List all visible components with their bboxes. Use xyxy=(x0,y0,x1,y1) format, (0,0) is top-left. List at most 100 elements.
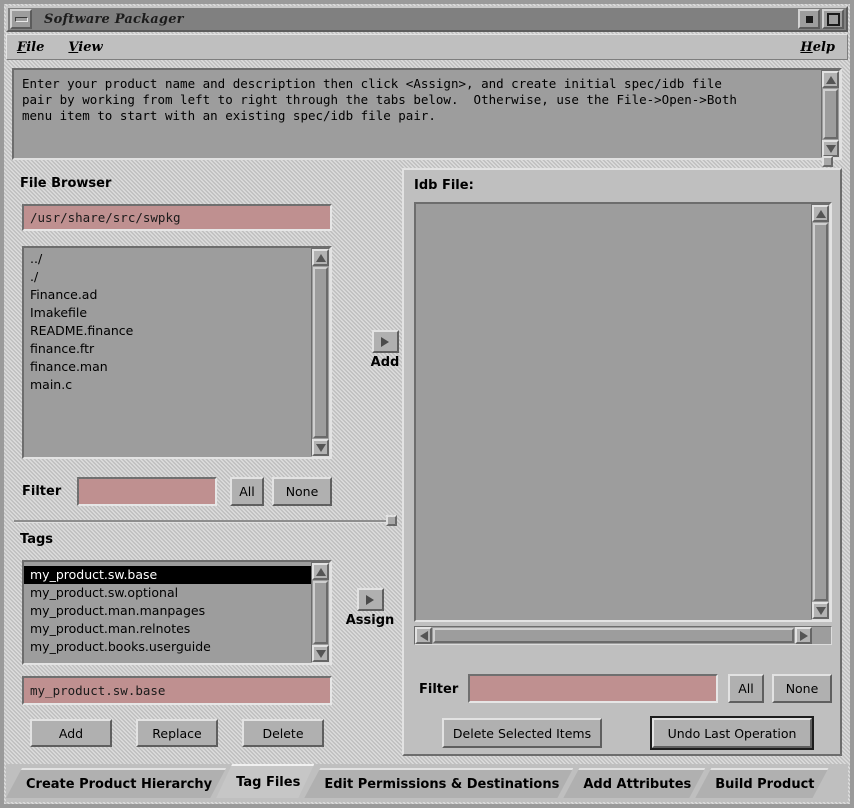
tag-value-input[interactable]: my_product.sw.base xyxy=(22,676,332,705)
software-packager-window: Software Packager File View Help Enter y… xyxy=(0,0,854,808)
menu-file[interactable]: File xyxy=(7,38,58,57)
scrollbar-corner xyxy=(812,627,831,644)
list-item[interactable]: finance.ftr xyxy=(24,340,311,358)
instructions-sash[interactable] xyxy=(822,156,833,167)
assign-button[interactable] xyxy=(357,588,384,611)
list-item[interactable]: main.c xyxy=(24,376,311,394)
list-item[interactable]: Imakefile xyxy=(24,304,311,322)
scroll-up-button[interactable] xyxy=(812,205,829,222)
assign-label: Assign xyxy=(338,613,402,628)
arrow-right-icon xyxy=(800,631,808,641)
tags-list-scrollbar[interactable] xyxy=(311,562,330,663)
scroll-track[interactable] xyxy=(312,266,329,439)
arrow-up-icon xyxy=(826,76,836,84)
file-browser-path-input[interactable]: /usr/share/src/swpkg xyxy=(22,204,332,231)
scroll-thumb[interactable] xyxy=(313,267,328,438)
arrow-down-icon xyxy=(316,444,326,452)
list-item[interactable]: my_product.sw.optional xyxy=(24,584,311,602)
file-list-scrollbar[interactable] xyxy=(311,248,330,457)
file-browser-list[interactable]: ../ ./ Finance.ad Imakefile README.finan… xyxy=(22,246,332,459)
idb-content-list[interactable] xyxy=(414,202,832,622)
list-item[interactable]: ../ xyxy=(24,250,311,268)
scroll-right-button[interactable] xyxy=(795,627,812,644)
menu-help[interactable]: Help xyxy=(790,38,847,57)
assign-control: Assign xyxy=(338,588,402,628)
scroll-left-button[interactable] xyxy=(415,627,432,644)
tags-label: Tags xyxy=(20,532,53,547)
scroll-thumb[interactable] xyxy=(813,223,828,601)
idb-vertical-scrollbar[interactable] xyxy=(811,204,830,620)
menu-view[interactable]: View xyxy=(58,38,116,57)
delete-selected-items-button[interactable]: Delete Selected Items xyxy=(442,718,602,748)
minimize-button[interactable] xyxy=(798,9,820,29)
file-filter-none-button[interactable]: None xyxy=(272,477,332,506)
menu-file-label-rest: ile xyxy=(26,40,44,55)
menu-view-label-rest: iew xyxy=(78,40,102,55)
maximize-icon xyxy=(827,13,840,26)
idb-filter-input[interactable] xyxy=(468,674,718,703)
scroll-up-button[interactable] xyxy=(312,563,329,580)
tag-add-button[interactable]: Add xyxy=(30,719,112,747)
idb-horizontal-scrollbar[interactable] xyxy=(414,626,832,645)
file-filter-all-button[interactable]: All xyxy=(230,477,264,506)
idb-filter-label: Filter xyxy=(419,682,458,697)
scroll-track[interactable] xyxy=(822,88,839,140)
arrow-up-icon xyxy=(316,254,326,262)
list-item[interactable]: finance.man xyxy=(24,358,311,376)
tab-build-product[interactable]: Build Product xyxy=(695,768,828,798)
title-bar[interactable]: Software Packager xyxy=(6,6,848,32)
tag-delete-button[interactable]: Delete xyxy=(242,719,324,747)
list-item[interactable]: my_product.books.userguide xyxy=(24,638,311,656)
window-menu-button[interactable] xyxy=(10,9,32,29)
instructions-scrollbar[interactable] xyxy=(821,70,840,158)
tags-list[interactable]: my_product.sw.base my_product.sw.optiona… xyxy=(22,560,332,665)
idb-filter-none-button[interactable]: None xyxy=(772,674,832,703)
scroll-thumb[interactable] xyxy=(313,581,328,644)
file-filter-input[interactable] xyxy=(77,477,217,506)
list-item[interactable]: ./ xyxy=(24,268,311,286)
maximize-button[interactable] xyxy=(822,9,844,29)
instructions-text: Enter your product name and description … xyxy=(14,70,821,158)
window-controls xyxy=(796,9,846,29)
scroll-down-button[interactable] xyxy=(822,140,839,157)
arrow-down-icon xyxy=(316,650,326,658)
panel-sash[interactable] xyxy=(386,515,397,526)
tab-edit-permissions-destinations[interactable]: Edit Permissions & Destinations xyxy=(304,768,573,798)
scroll-down-button[interactable] xyxy=(812,602,829,619)
file-filter-label: Filter xyxy=(22,484,61,499)
scroll-track[interactable] xyxy=(312,580,329,645)
instructions-panel: Enter your product name and description … xyxy=(12,68,842,160)
tag-replace-button[interactable]: Replace xyxy=(136,719,218,747)
list-item[interactable]: Finance.ad xyxy=(24,286,311,304)
arrow-right-icon xyxy=(366,595,374,605)
idb-list-items xyxy=(416,204,811,620)
scroll-thumb[interactable] xyxy=(433,628,794,643)
add-file-button[interactable] xyxy=(372,330,399,353)
menu-help-label-rest: elp xyxy=(813,40,835,55)
scroll-track[interactable] xyxy=(812,222,829,602)
list-item[interactable]: my_product.sw.base xyxy=(24,566,311,584)
scroll-up-button[interactable] xyxy=(312,249,329,266)
undo-last-operation-button[interactable]: Undo Last Operation xyxy=(652,718,812,748)
file-browser-label: File Browser xyxy=(20,176,111,191)
idb-filter-all-button[interactable]: All xyxy=(728,674,764,703)
panel-divider xyxy=(14,520,392,523)
tags-list-items: my_product.sw.base my_product.sw.optiona… xyxy=(24,562,311,663)
scroll-down-button[interactable] xyxy=(312,645,329,662)
arrow-left-icon xyxy=(420,631,428,641)
list-item[interactable]: README.finance xyxy=(24,322,311,340)
list-item[interactable]: my_product.man.manpages xyxy=(24,602,311,620)
idb-label: Idb File: xyxy=(414,178,474,193)
scroll-up-button[interactable] xyxy=(822,71,839,88)
window-menu-icon xyxy=(15,17,28,22)
minimize-icon xyxy=(806,16,813,23)
scroll-thumb[interactable] xyxy=(823,89,838,139)
list-item[interactable]: my_product.man.relnotes xyxy=(24,620,311,638)
tab-add-attributes[interactable]: Add Attributes xyxy=(563,768,705,798)
menu-bar: File View Help xyxy=(6,34,848,60)
scroll-down-button[interactable] xyxy=(312,439,329,456)
tab-tag-files[interactable]: Tag Files xyxy=(216,764,314,798)
tab-create-product-hierarchy[interactable]: Create Product Hierarchy xyxy=(6,768,226,798)
idb-panel: Idb File: Filter All None Delete Selecte… xyxy=(402,168,842,756)
tab-bar: Create Product Hierarchy Tag Files Edit … xyxy=(6,764,848,802)
